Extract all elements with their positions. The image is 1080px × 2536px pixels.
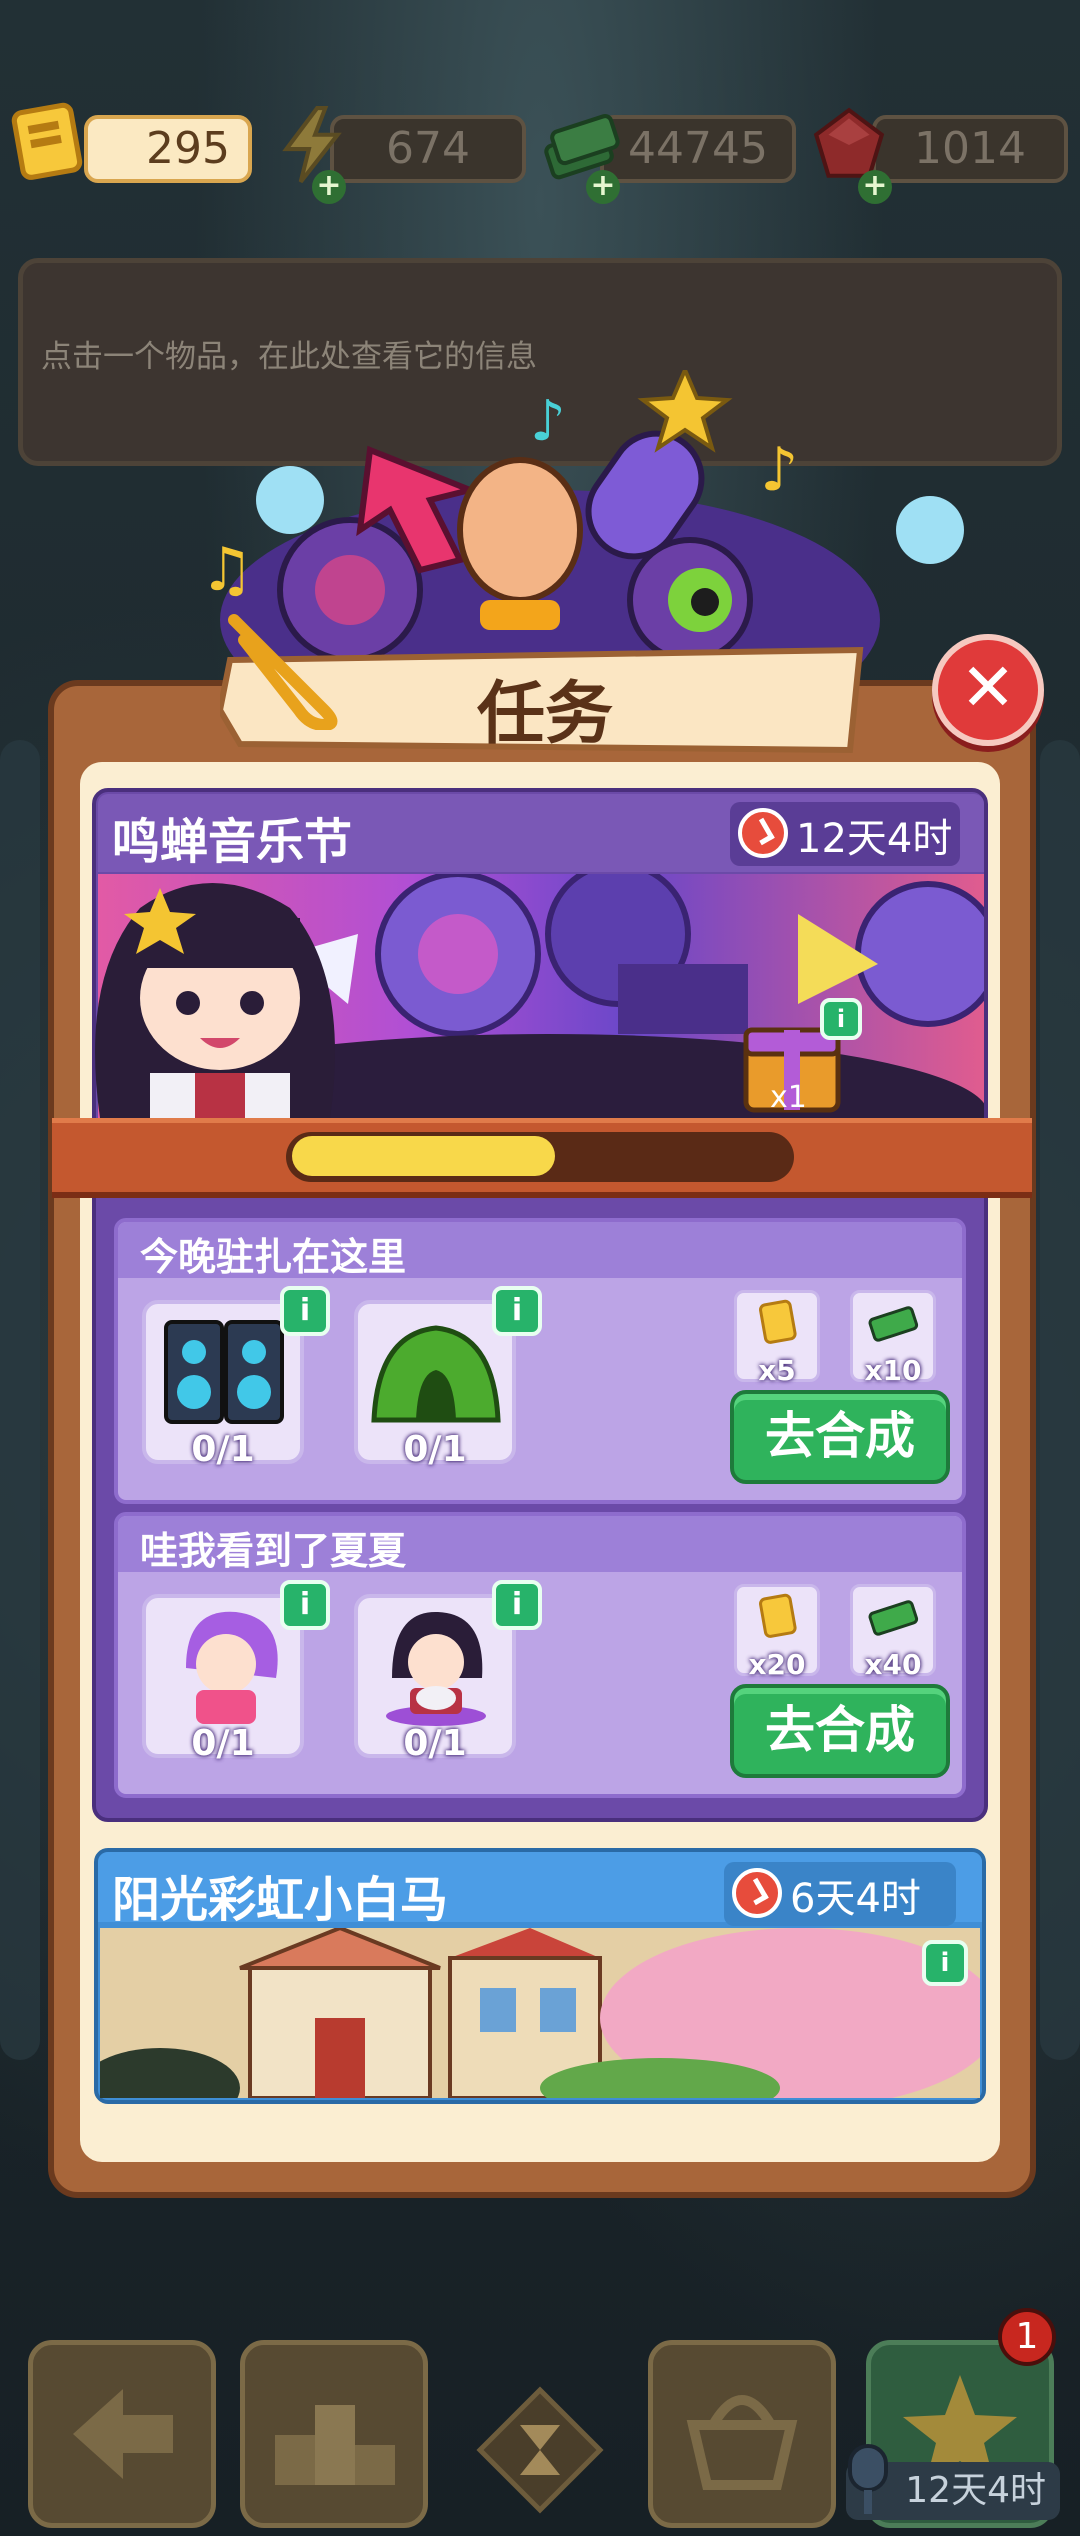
svg-text:♪: ♪ xyxy=(760,435,798,505)
basket-icon xyxy=(686,2395,798,2490)
energy-counter[interactable]: 674 xyxy=(330,115,526,183)
clock-icon xyxy=(738,808,788,858)
cash-counter[interactable]: 44745 xyxy=(600,115,796,183)
task-title: 哇我看到了夏夏 xyxy=(140,1529,407,1573)
event-info-icon[interactable]: i xyxy=(922,1940,968,1986)
reward-count: x20 xyxy=(748,1648,806,1681)
energy-plus-icon[interactable]: + xyxy=(312,170,346,204)
tent-icon xyxy=(371,1325,501,1423)
ticket-icon xyxy=(759,1299,797,1344)
task-item-count: 0/1 xyxy=(403,1723,467,1764)
task-item-count: 0/1 xyxy=(191,1723,255,1764)
background-pillar-right xyxy=(1040,740,1080,2060)
go-merge-button[interactable]: 去合成 xyxy=(730,1684,950,1778)
reward-count: x5 xyxy=(758,1354,796,1387)
item-info-icon[interactable]: i xyxy=(492,1580,542,1630)
event-timer-text: 12天4时 xyxy=(796,816,953,862)
gem-value: 1014 xyxy=(914,123,1026,174)
shop-button[interactable] xyxy=(648,2340,836,2528)
event-banner xyxy=(80,1925,1000,2128)
ticket-counter[interactable]: 295 xyxy=(84,115,252,183)
item-info-icon[interactable]: i xyxy=(492,1286,542,1336)
task-item-count: 0/1 xyxy=(191,1429,255,1470)
reward-count: x1 xyxy=(770,1080,807,1115)
mansion-scene xyxy=(80,1925,1000,2128)
podium-icon xyxy=(275,2405,395,2485)
svg-text:♪: ♪ xyxy=(530,389,566,454)
energy-value: 674 xyxy=(386,123,470,174)
notification-badge: 1 xyxy=(998,2308,1056,2366)
event-title: 阳光彩虹小白马 xyxy=(112,1872,449,1928)
back-arrow-icon xyxy=(73,2389,173,2479)
ticket-icon xyxy=(11,102,83,180)
item-info-icon[interactable]: i xyxy=(280,1580,330,1630)
guitar-girl-icon xyxy=(386,1611,486,1726)
event-timer: 6天4时 xyxy=(724,1862,956,1926)
leaderboard-button[interactable] xyxy=(240,2340,428,2528)
event-timer-text: 6天4时 xyxy=(790,1876,921,1922)
task-title: 今晚驻扎在这里 xyxy=(140,1235,407,1279)
microphone-icon xyxy=(848,2444,888,2514)
reward-slot: x10 xyxy=(850,1290,936,1387)
back-button[interactable] xyxy=(28,2340,216,2528)
reward-info-icon[interactable]: i xyxy=(820,998,862,1040)
reward-slot: x40 xyxy=(850,1584,936,1681)
cash-value: 44745 xyxy=(628,123,768,174)
speakers-icon xyxy=(164,1320,284,1424)
ticket-value: 295 xyxy=(146,123,230,174)
task-item-count: 0/1 xyxy=(403,1429,467,1470)
singer-character xyxy=(95,883,335,1128)
svg-text:♫: ♫ xyxy=(200,535,254,605)
reward-count: x10 xyxy=(864,1354,922,1387)
cash-icon xyxy=(868,1600,919,1636)
reward-count: x40 xyxy=(864,1648,922,1681)
cash-icon xyxy=(868,1306,919,1342)
event-timer: 12天4时 xyxy=(730,802,960,866)
gem-plus-icon[interactable]: + xyxy=(858,170,892,204)
cash-plus-icon[interactable]: + xyxy=(586,170,620,204)
event-progress-fill xyxy=(292,1136,555,1176)
ticket-icon xyxy=(759,1593,797,1638)
background-pillar-left xyxy=(0,740,40,2060)
hourglass-icon[interactable] xyxy=(470,2380,610,2520)
item-info-icon[interactable]: i xyxy=(280,1286,330,1336)
clock-icon xyxy=(732,1868,782,1918)
paperclip-icon xyxy=(228,614,338,730)
close-button[interactable]: ✕ xyxy=(932,634,1044,746)
gem-counter[interactable]: 1014 xyxy=(872,115,1068,183)
go-merge-button[interactable]: 去合成 xyxy=(730,1390,950,1484)
pink-girl-icon xyxy=(186,1611,278,1724)
lightning-icon xyxy=(282,106,342,184)
reward-slot: x5 xyxy=(734,1290,820,1387)
reward-slot: x20 xyxy=(734,1584,820,1681)
